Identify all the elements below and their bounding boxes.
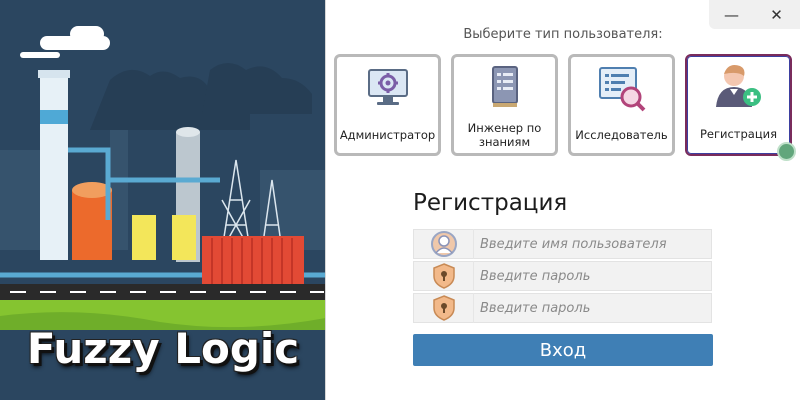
knowledge-book-icon (482, 64, 528, 114)
role-label: Регистрация (699, 127, 778, 141)
role-label: Инженер по знаниям (467, 121, 542, 149)
hero-title: Fuzzy Logic (26, 324, 300, 373)
hero-illustration: Fuzzy Logic (0, 0, 326, 400)
window-controls: — ✕ (709, 0, 800, 29)
admin-monitor-gear-icon (365, 64, 411, 114)
role-card-researcher[interactable]: Исследователь (568, 54, 675, 156)
password-input[interactable] (474, 262, 711, 290)
submit-button[interactable]: Вход (413, 334, 713, 366)
selected-check-icon (777, 142, 796, 161)
add-user-icon (714, 63, 764, 115)
close-icon[interactable]: ✕ (754, 0, 799, 29)
username-input[interactable] (474, 230, 711, 258)
password-confirm-field (413, 293, 712, 323)
role-card-administrator[interactable]: Администратор (334, 54, 441, 156)
lock-shield-icon (414, 293, 474, 323)
user-type-label: Выберите тип пользователя: (463, 27, 663, 42)
minimize-icon[interactable]: — (709, 0, 754, 29)
role-label: Исследователь (575, 128, 668, 142)
app-window: Fuzzy Logic — ✕ Выберите тип пользовател… (0, 0, 800, 400)
password-confirm-input[interactable] (474, 294, 711, 322)
password-field (413, 261, 712, 291)
role-card-registration[interactable]: Регистрация (685, 54, 796, 161)
researcher-magnifier-icon (597, 64, 647, 116)
role-label: Администратор (339, 128, 436, 142)
role-card-knowledge-engineer[interactable]: Инженер по знаниям (451, 54, 558, 156)
form-title: Регистрация (413, 190, 568, 216)
lock-shield-icon (414, 261, 474, 291)
username-field (413, 229, 712, 259)
user-avatar-icon (414, 229, 474, 259)
